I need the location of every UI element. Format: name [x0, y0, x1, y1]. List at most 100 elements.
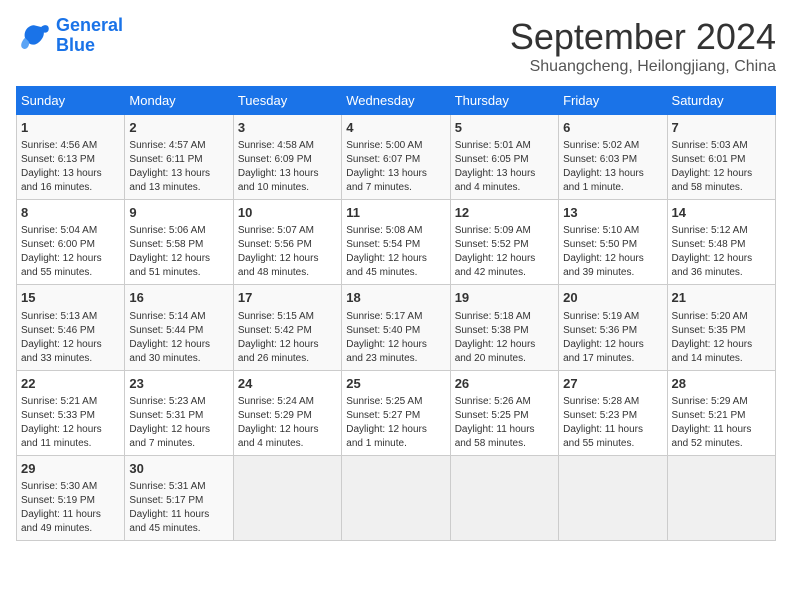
day-info: Sunrise: 5:09 AM Sunset: 5:52 PM Dayligh…	[455, 224, 554, 280]
calendar-cell: 12 Sunrise: 5:09 AM Sunset: 5:52 PM Dayli…	[450, 200, 558, 285]
day-info: Sunrise: 5:06 AM Sunset: 5:58 PM Dayligh…	[129, 224, 228, 280]
day-number: 7	[672, 119, 771, 137]
day-number: 30	[129, 460, 228, 478]
calendar-cell: 21 Sunrise: 5:20 AM Sunset: 5:35 PM Dayli…	[667, 285, 775, 370]
calendar-cell: 3 Sunrise: 4:58 AM Sunset: 6:09 PM Daylig…	[233, 115, 341, 200]
day-number: 21	[672, 289, 771, 307]
day-number: 5	[455, 119, 554, 137]
day-info: Sunrise: 4:57 AM Sunset: 6:11 PM Dayligh…	[129, 139, 228, 195]
day-number: 2	[129, 119, 228, 137]
day-number: 14	[672, 204, 771, 222]
calendar-cell: 16Sunrise: 5:14 AM Sunset: 5:44 PM Dayli…	[125, 285, 233, 370]
calendar-week-3: 15 Sunrise: 5:13 AM Sunset: 5:46 PM Dayli…	[17, 285, 776, 370]
day-number: 11	[346, 204, 445, 222]
day-info: Sunrise: 5:20 AM Sunset: 5:35 PM Dayligh…	[672, 310, 771, 366]
day-number: 18	[346, 289, 445, 307]
day-number: 26	[455, 375, 554, 393]
day-number: 23	[129, 375, 228, 393]
weekday-header-saturday: Saturday	[667, 87, 775, 115]
day-info: Sunrise: 5:00 AM Sunset: 6:07 PM Dayligh…	[346, 139, 445, 195]
day-number: 3	[238, 119, 337, 137]
day-info: Sunrise: 5:15 AM Sunset: 5:42 PM Dayligh…	[238, 310, 337, 366]
calendar-week-5: 29 Sunrise: 5:30 AM Sunset: 5:19 PM Dayli…	[17, 455, 776, 540]
weekday-header-thursday: Thursday	[450, 87, 558, 115]
calendar-cell	[342, 455, 450, 540]
weekday-header-monday: Monday	[125, 87, 233, 115]
calendar-cell: 7 Sunrise: 5:03 AM Sunset: 6:01 PM Daylig…	[667, 115, 775, 200]
day-number: 12	[455, 204, 554, 222]
day-info: Sunrise: 5:26 AM Sunset: 5:25 PM Dayligh…	[455, 395, 554, 451]
calendar-table: SundayMondayTuesdayWednesdayThursdayFrid…	[16, 86, 776, 541]
calendar-cell: 15 Sunrise: 5:13 AM Sunset: 5:46 PM Dayli…	[17, 285, 125, 370]
month-title: September 2024	[510, 16, 776, 58]
day-info: Sunrise: 4:58 AM Sunset: 6:09 PM Dayligh…	[238, 139, 337, 195]
calendar-cell: 22 Sunrise: 5:21 AM Sunset: 5:33 PM Dayli…	[17, 370, 125, 455]
day-number: 20	[563, 289, 662, 307]
day-info: Sunrise: 5:04 AM Sunset: 6:00 PM Dayligh…	[21, 224, 120, 280]
day-info: Sunrise: 5:12 AM Sunset: 5:48 PM Dayligh…	[672, 224, 771, 280]
calendar-cell: 8Sunrise: 5:04 AM Sunset: 6:00 PM Daylig…	[17, 200, 125, 285]
weekday-header-row: SundayMondayTuesdayWednesdayThursdayFrid…	[17, 87, 776, 115]
calendar-cell: 1 Sunrise: 4:56 AM Sunset: 6:13 PM Daylig…	[17, 115, 125, 200]
calendar-cell: 11 Sunrise: 5:08 AM Sunset: 5:54 PM Dayli…	[342, 200, 450, 285]
calendar-cell: 26 Sunrise: 5:26 AM Sunset: 5:25 PM Dayli…	[450, 370, 558, 455]
day-number: 29	[21, 460, 120, 478]
calendar-cell: 24Sunrise: 5:24 AM Sunset: 5:29 PM Dayli…	[233, 370, 341, 455]
calendar-week-1: 1 Sunrise: 4:56 AM Sunset: 6:13 PM Daylig…	[17, 115, 776, 200]
calendar-cell	[667, 455, 775, 540]
day-info: Sunrise: 5:07 AM Sunset: 5:56 PM Dayligh…	[238, 224, 337, 280]
day-info: Sunrise: 5:28 AM Sunset: 5:23 PM Dayligh…	[563, 395, 662, 451]
day-info: Sunrise: 5:14 AM Sunset: 5:44 PM Dayligh…	[129, 310, 228, 366]
day-number: 22	[21, 375, 120, 393]
day-info: Sunrise: 5:25 AM Sunset: 5:27 PM Dayligh…	[346, 395, 445, 451]
calendar-cell: 6Sunrise: 5:02 AM Sunset: 6:03 PM Daylig…	[559, 115, 667, 200]
day-number: 9	[129, 204, 228, 222]
day-info: Sunrise: 5:19 AM Sunset: 5:36 PM Dayligh…	[563, 310, 662, 366]
calendar-cell: 23 Sunrise: 5:23 AM Sunset: 5:31 PM Dayli…	[125, 370, 233, 455]
day-info: Sunrise: 5:24 AM Sunset: 5:29 PM Dayligh…	[238, 395, 337, 451]
calendar-cell: 18 Sunrise: 5:17 AM Sunset: 5:40 PM Dayli…	[342, 285, 450, 370]
calendar-cell: 2 Sunrise: 4:57 AM Sunset: 6:11 PM Daylig…	[125, 115, 233, 200]
day-number: 4	[346, 119, 445, 137]
day-info: Sunrise: 5:03 AM Sunset: 6:01 PM Dayligh…	[672, 139, 771, 195]
weekday-header-tuesday: Tuesday	[233, 87, 341, 115]
calendar-cell: 9 Sunrise: 5:06 AM Sunset: 5:58 PM Daylig…	[125, 200, 233, 285]
calendar-cell: 28 Sunrise: 5:29 AM Sunset: 5:21 PM Dayli…	[667, 370, 775, 455]
day-number: 10	[238, 204, 337, 222]
page-header: General Blue September 2024 Shuangcheng,…	[16, 16, 776, 76]
calendar-cell: 30 Sunrise: 5:31 AM Sunset: 5:17 PM Dayli…	[125, 455, 233, 540]
day-info: Sunrise: 5:01 AM Sunset: 6:05 PM Dayligh…	[455, 139, 554, 195]
day-info: Sunrise: 5:23 AM Sunset: 5:31 PM Dayligh…	[129, 395, 228, 451]
day-info: Sunrise: 5:17 AM Sunset: 5:40 PM Dayligh…	[346, 310, 445, 366]
day-number: 28	[672, 375, 771, 393]
day-number: 1	[21, 119, 120, 137]
day-info: Sunrise: 5:21 AM Sunset: 5:33 PM Dayligh…	[21, 395, 120, 451]
logo: General Blue	[16, 16, 123, 56]
weekday-header-friday: Friday	[559, 87, 667, 115]
calendar-cell: 17Sunrise: 5:15 AM Sunset: 5:42 PM Dayli…	[233, 285, 341, 370]
day-number: 19	[455, 289, 554, 307]
calendar-week-4: 22 Sunrise: 5:21 AM Sunset: 5:33 PM Dayli…	[17, 370, 776, 455]
calendar-cell	[450, 455, 558, 540]
calendar-cell: 19 Sunrise: 5:18 AM Sunset: 5:38 PM Dayli…	[450, 285, 558, 370]
day-number: 15	[21, 289, 120, 307]
calendar-cell: 10 Sunrise: 5:07 AM Sunset: 5:56 PM Dayli…	[233, 200, 341, 285]
calendar-cell: 13Sunrise: 5:10 AM Sunset: 5:50 PM Dayli…	[559, 200, 667, 285]
location-subtitle: Shuangcheng, Heilongjiang, China	[510, 58, 776, 76]
calendar-cell	[233, 455, 341, 540]
day-info: Sunrise: 5:30 AM Sunset: 5:19 PM Dayligh…	[21, 480, 120, 536]
day-info: Sunrise: 5:13 AM Sunset: 5:46 PM Dayligh…	[21, 310, 120, 366]
day-info: Sunrise: 5:31 AM Sunset: 5:17 PM Dayligh…	[129, 480, 228, 536]
day-info: Sunrise: 4:56 AM Sunset: 6:13 PM Dayligh…	[21, 139, 120, 195]
weekday-header-sunday: Sunday	[17, 87, 125, 115]
calendar-cell: 27Sunrise: 5:28 AM Sunset: 5:23 PM Dayli…	[559, 370, 667, 455]
weekday-header-wednesday: Wednesday	[342, 87, 450, 115]
calendar-cell	[559, 455, 667, 540]
calendar-cell: 25Sunrise: 5:25 AM Sunset: 5:27 PM Dayli…	[342, 370, 450, 455]
day-info: Sunrise: 5:29 AM Sunset: 5:21 PM Dayligh…	[672, 395, 771, 451]
day-info: Sunrise: 5:02 AM Sunset: 6:03 PM Dayligh…	[563, 139, 662, 195]
calendar-cell: 4 Sunrise: 5:00 AM Sunset: 6:07 PM Daylig…	[342, 115, 450, 200]
day-info: Sunrise: 5:08 AM Sunset: 5:54 PM Dayligh…	[346, 224, 445, 280]
logo-text: General Blue	[56, 16, 123, 56]
day-info: Sunrise: 5:18 AM Sunset: 5:38 PM Dayligh…	[455, 310, 554, 366]
